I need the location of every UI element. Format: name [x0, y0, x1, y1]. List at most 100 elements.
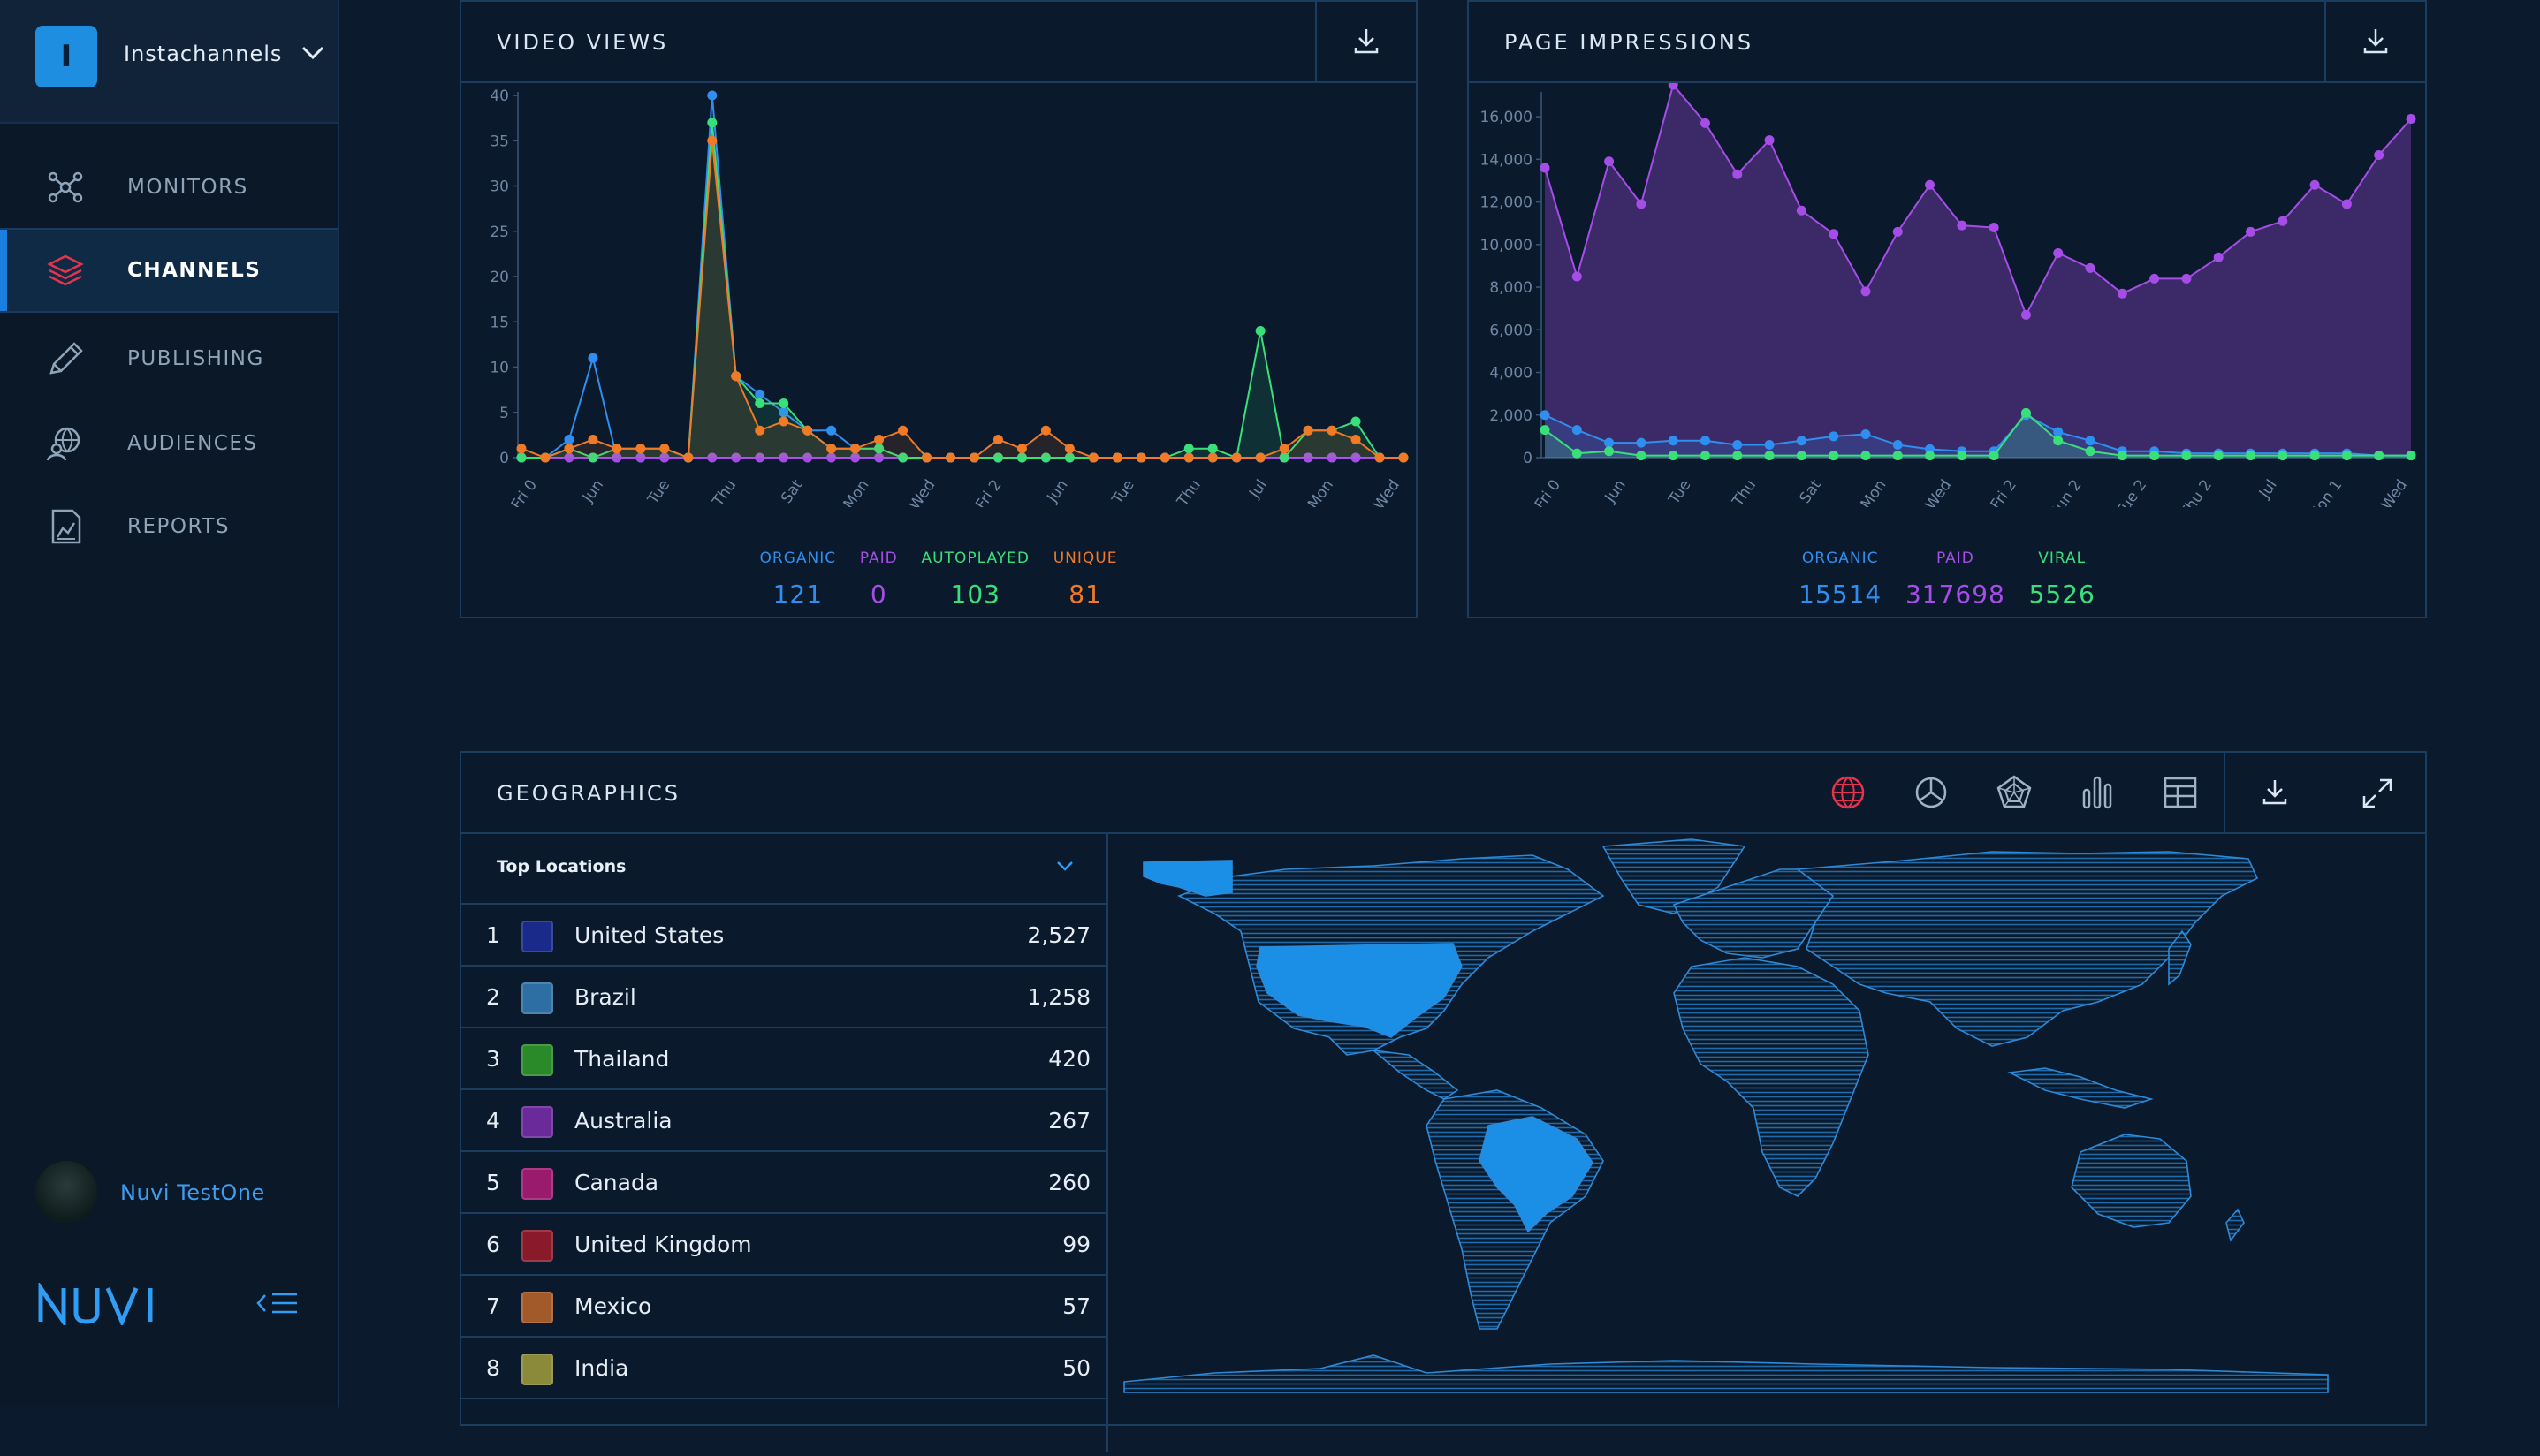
globe-map-icon[interactable] [1828, 772, 1868, 813]
collapse-menu-icon[interactable] [256, 1290, 299, 1316]
nav-item-publishing[interactable]: PUBLISHING [0, 318, 338, 399]
x-tick-label: Fri 2 [1988, 476, 2020, 507]
bar-chart-icon[interactable] [2077, 772, 2118, 813]
data-point [1571, 271, 1582, 282]
nav-item-channels[interactable]: CHANNELS [0, 228, 338, 313]
data-point [898, 425, 909, 436]
data-point [1700, 436, 1710, 446]
location-row[interactable]: 3 Thailand 420 [461, 1028, 1106, 1090]
data-point [1303, 425, 1313, 436]
legend-label: PAID [1935, 550, 1974, 567]
data-point [1112, 452, 1122, 463]
data-point [2053, 247, 2064, 258]
data-point [1571, 448, 1582, 459]
data-point [992, 435, 1003, 444]
data-point [874, 435, 885, 444]
location-row[interactable]: 5 Canada 260 [461, 1152, 1106, 1214]
location-row[interactable]: 4 Australia 267 [461, 1090, 1106, 1152]
data-point [1540, 425, 1550, 436]
location-row[interactable]: 1 United States 2,527 [461, 905, 1106, 967]
data-point [2309, 179, 2320, 190]
location-row[interactable]: 6 United Kingdom 99 [461, 1214, 1106, 1276]
location-row[interactable]: 8 India 50 [461, 1338, 1106, 1399]
location-row[interactable]: 2 Brazil 1,258 [461, 967, 1106, 1028]
data-point [1668, 451, 1678, 461]
data-point [1829, 451, 1839, 461]
dropdown-label: Top Locations [497, 857, 627, 876]
data-point [1636, 199, 1646, 209]
download-button[interactable] [2324, 2, 2425, 81]
radar-chart-icon[interactable] [1994, 772, 2034, 813]
x-tick-label: Jul [2255, 476, 2281, 502]
x-tick-label: Tue 2 [2112, 476, 2150, 507]
nav-item-reports[interactable]: REPORTS [0, 486, 338, 567]
pie-chart-icon[interactable] [1911, 772, 1951, 813]
download-icon [2262, 780, 2287, 805]
location-row[interactable]: 7 Mexico 57 [461, 1276, 1106, 1338]
africa-shape [1673, 957, 1869, 1197]
table-grid-icon[interactable] [2160, 772, 2201, 813]
account-avatar: I [35, 26, 97, 87]
legend-item-viral[interactable]: VIRAL 5526 [2029, 550, 2095, 609]
nav-item-audiences[interactable]: AUDIENCES [0, 403, 338, 484]
network-nodes-icon [48, 171, 83, 203]
legend-item-paid[interactable]: PAID 0 [860, 550, 898, 609]
location-value: 420 [1048, 1046, 1091, 1072]
legend-value: 5526 [2028, 580, 2095, 609]
legend-value: 0 [870, 580, 887, 609]
y-tick-label: 4,000 [1489, 365, 1532, 383]
data-point [2309, 451, 2320, 461]
data-point [564, 435, 574, 444]
legend-item-autoplayed[interactable]: AUTOPLAYED 103 [922, 550, 1030, 609]
x-tick-label: Mon 1 [2305, 476, 2346, 507]
location-value: 57 [1062, 1293, 1091, 1319]
download-button[interactable] [1315, 2, 1416, 81]
location-value: 260 [1048, 1170, 1091, 1195]
account-switcher[interactable]: I Instachannels [0, 0, 338, 124]
continents [1123, 838, 2329, 1393]
indonesia-shape [2007, 1067, 2154, 1109]
page-impressions-chart: 0 2,000 4,000 6,000 8,000 10,000 12,000 14,000 1… [1480, 83, 2416, 507]
data-point [779, 398, 789, 408]
data-point [1764, 135, 1775, 146]
nav-label: PUBLISHING [127, 347, 264, 370]
data-point [2278, 451, 2288, 461]
y-tick-label: 6,000 [1489, 322, 1532, 339]
country-alaska[interactable] [1143, 860, 1233, 897]
page-impressions-panel: PAGE IMPRESSIONS 0 2,000 4,000 6,000 8,000 10… [1467, 0, 2427, 618]
data-point [2341, 199, 2352, 209]
panel-title: VIDEO VIEWS [497, 30, 669, 55]
expand-icon[interactable] [2361, 777, 2393, 809]
nav-item-monitors[interactable]: MONITORS [0, 147, 338, 228]
data-point [1540, 410, 1550, 421]
data-point [1860, 451, 1871, 461]
legend-label: VIRAL [2038, 550, 2087, 567]
x-tick-label: Wed [906, 476, 939, 507]
world-map[interactable] [1108, 834, 2388, 1452]
legend-item-unique[interactable]: UNIQUE 81 [1053, 550, 1118, 609]
location-color-swatch [521, 1230, 553, 1262]
data-point [2278, 216, 2288, 226]
x-tick-label: Sat [778, 476, 807, 507]
user-profile[interactable]: Nuvi TestOne [35, 1161, 318, 1226]
download-button[interactable] [2224, 753, 2324, 832]
legend-item-organic[interactable]: ORGANIC 121 [760, 550, 837, 609]
location-name: Mexico [574, 1293, 652, 1319]
legend-label: ORGANIC [1801, 550, 1879, 567]
top-locations-list: Top Locations 1 United States 2,527 2 Brazil… [461, 834, 1108, 1452]
chevron-down-icon[interactable] [300, 44, 325, 62]
user-name: Nuvi TestOne [120, 1180, 265, 1205]
legend-item-organic[interactable]: ORGANIC 15514 [1799, 550, 1882, 609]
data-point [1925, 179, 1935, 190]
data-point [1860, 286, 1871, 297]
location-color-swatch [521, 1168, 553, 1200]
data-point [1088, 452, 1099, 463]
data-point [1636, 451, 1646, 461]
legend-item-paid[interactable]: PAID 317698 [1905, 550, 2005, 609]
data-point [1860, 428, 1871, 439]
location-value: 2,527 [1027, 922, 1091, 948]
locations-dropdown[interactable]: Top Locations [461, 834, 1106, 905]
data-point [1796, 451, 1806, 461]
y-tick-label: 10 [490, 360, 509, 377]
location-color-swatch [521, 1106, 553, 1138]
